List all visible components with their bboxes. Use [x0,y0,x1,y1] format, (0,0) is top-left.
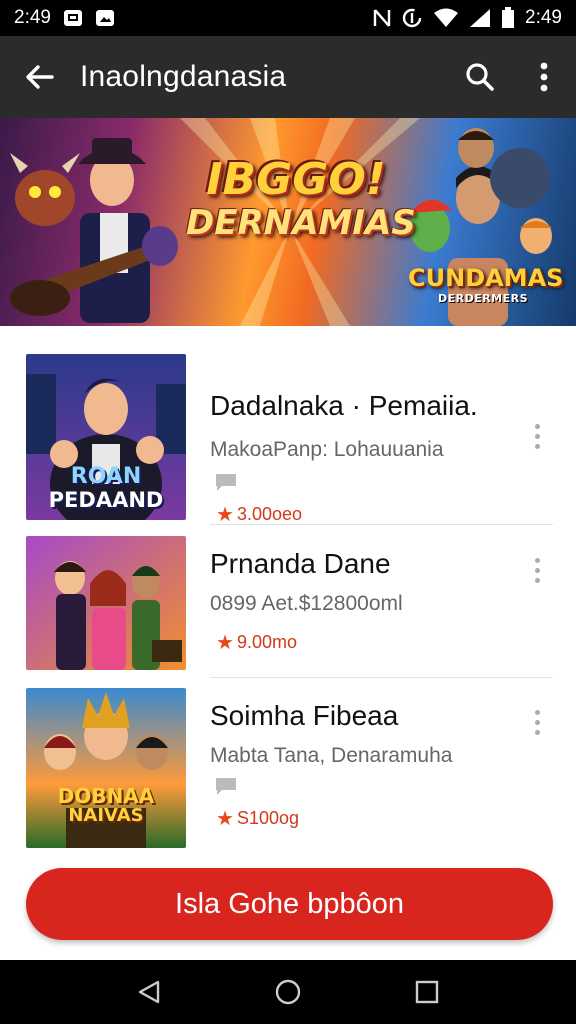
back-arrow-icon[interactable] [0,36,80,118]
app-bar: Inaolngdanasia [0,36,576,118]
status-time-right: 2:49 [525,7,562,28]
rating-value: 3.00oeo [236,504,303,524]
game-title: Dadalnaka · Pemaiia. [210,390,478,421]
game-thumbnail: ROAN PEDAAND [26,354,186,520]
list-item[interactable]: ROAN PEDAAND Dadalnaka · Pemaiia. MakoaP… [0,354,576,526]
divider [210,677,553,678]
banner-badge: CUNDAMAS DERDERMERS [408,264,564,305]
divider [210,524,553,525]
game-title: Prnanda Dane [210,548,391,579]
item-more-icon[interactable] [524,702,550,742]
thumbnail-text-line1: ROAN [70,464,142,489]
game-subtitle: 0899 Aet.$12800oml [210,592,403,615]
chat-icon [214,776,238,796]
banner-title-line1: IBGGO! [206,154,386,205]
notification-icon [63,9,83,27]
banner-title-line2: DERNAMIAS [186,203,416,243]
game-rating: ★ 9.00mo [216,630,297,655]
battery-icon [501,7,515,29]
more-vert-icon[interactable] [512,36,576,118]
thumbnail-text-line1: DOBNAA [57,784,155,808]
banner-title: IBGGO! DERNAMIAS [186,154,416,243]
game-subtitle: Mabta Tana, Denaramuha [210,744,453,767]
banner-badge-line1: CUNDAMAS [408,264,564,292]
thumbnail-text-line2: PEDAAND [48,488,164,512]
data-saver-icon [401,7,423,29]
recents-square-icon[interactable] [403,968,451,1016]
system-nav-bar [0,960,576,1024]
star-icon: ★ [216,808,234,830]
chat-icon [214,472,238,492]
game-subtitle: MakoaPanp: Lohauuania [210,438,444,461]
wifi-icon [433,8,459,28]
game-thumbnail: DOBNAA NAIVAS [26,688,186,848]
thumbnail-text-line2: NAIVAS [68,805,144,826]
game-thumbnail [26,536,186,670]
nfc-icon [373,8,391,28]
page-title: Inaolngdanasia [80,60,287,93]
status-bar: 2:49 2:49 [0,0,576,36]
promo-banner[interactable]: IBGGO! DERNAMIAS CUNDAMAS DERDERMERS [0,118,576,326]
primary-action-button[interactable]: Isla Gohe bpbôon [26,868,553,940]
list-item[interactable]: Prnanda Dane 0899 Aet.$12800oml ★ 9.00mo [0,536,576,704]
rating-value: S100og [236,808,299,828]
banner-badge-line2: DERDERMERS [437,292,529,305]
star-icon: ★ [216,632,234,654]
signal-icon [469,8,491,28]
photo-icon [95,9,115,27]
back-triangle-icon[interactable] [125,968,173,1016]
status-time: 2:49 [14,7,51,28]
list-item[interactable]: DOBNAA NAIVAS Soimha Fibeaa Mabta Tana, … [0,688,576,856]
rating-value: 9.00mo [236,632,297,652]
item-more-icon[interactable] [524,550,550,590]
home-circle-icon[interactable] [264,968,312,1016]
game-title: Soimha Fibeaa [210,700,399,731]
game-rating: ★ S100og [216,806,299,831]
search-icon[interactable] [448,36,512,118]
item-more-icon[interactable] [524,416,550,456]
